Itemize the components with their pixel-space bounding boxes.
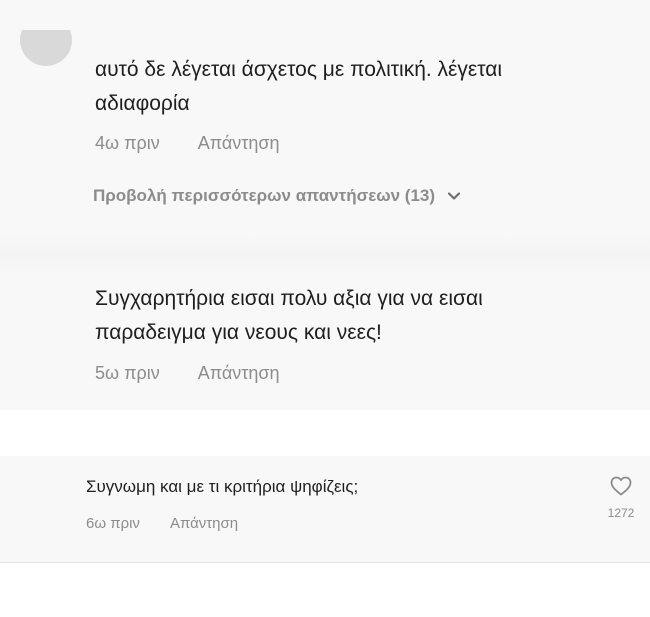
comment-meta: 4ω πριν Απάντηση [95, 133, 280, 154]
like-count: 1272 [607, 506, 635, 520]
like-button[interactable]: 1272 [602, 474, 640, 520]
section-gap [0, 410, 650, 462]
comment-line: αυτό δε λέγεται άσχετος με πολιτική. λέγ… [95, 58, 503, 81]
comment-meta: 5ω πριν Απάντηση [95, 363, 280, 384]
reply-button[interactable]: Απάντηση [198, 133, 280, 154]
panel-top-edge [0, 0, 650, 30]
comment-line: αδιαφορία [95, 92, 190, 115]
comment-text: αυτό δε λέγεται άσχετος με πολιτική. λέγ… [95, 53, 502, 121]
heart-outline-icon [610, 476, 632, 496]
reply-button[interactable]: Απάντηση [170, 515, 238, 532]
comment-timestamp: 6ω πριν [86, 515, 140, 532]
divider [0, 562, 650, 563]
reply-button[interactable]: Απάντηση [198, 363, 280, 384]
comment-meta: 6ω πριν Απάντηση [86, 515, 238, 532]
blurred-user-area [0, 235, 650, 275]
chevron-down-icon [447, 192, 461, 200]
comment-timestamp: 5ω πριν [95, 363, 160, 383]
comment-text: Συγνωμη και με τι κριτήρια ψηφίζεις; [86, 477, 359, 496]
comment-line: Συγχαρητήρια εισαι πολυ αξια για να εισα… [95, 287, 483, 310]
comment-timestamp: 4ω πριν [95, 133, 160, 153]
view-more-replies-button[interactable]: Προβολή περισσότερων απαντήσεων (13) [93, 186, 463, 206]
comment-panel [0, 456, 650, 562]
comment-line: παραδειγμα για νεους και νεες! [95, 321, 382, 344]
view-more-replies-label: Προβολή περισσότερων απαντήσεων (13) [93, 186, 436, 205]
comment-text: Συγχαρητήρια εισαι πολυ αξια για να εισα… [95, 282, 483, 350]
